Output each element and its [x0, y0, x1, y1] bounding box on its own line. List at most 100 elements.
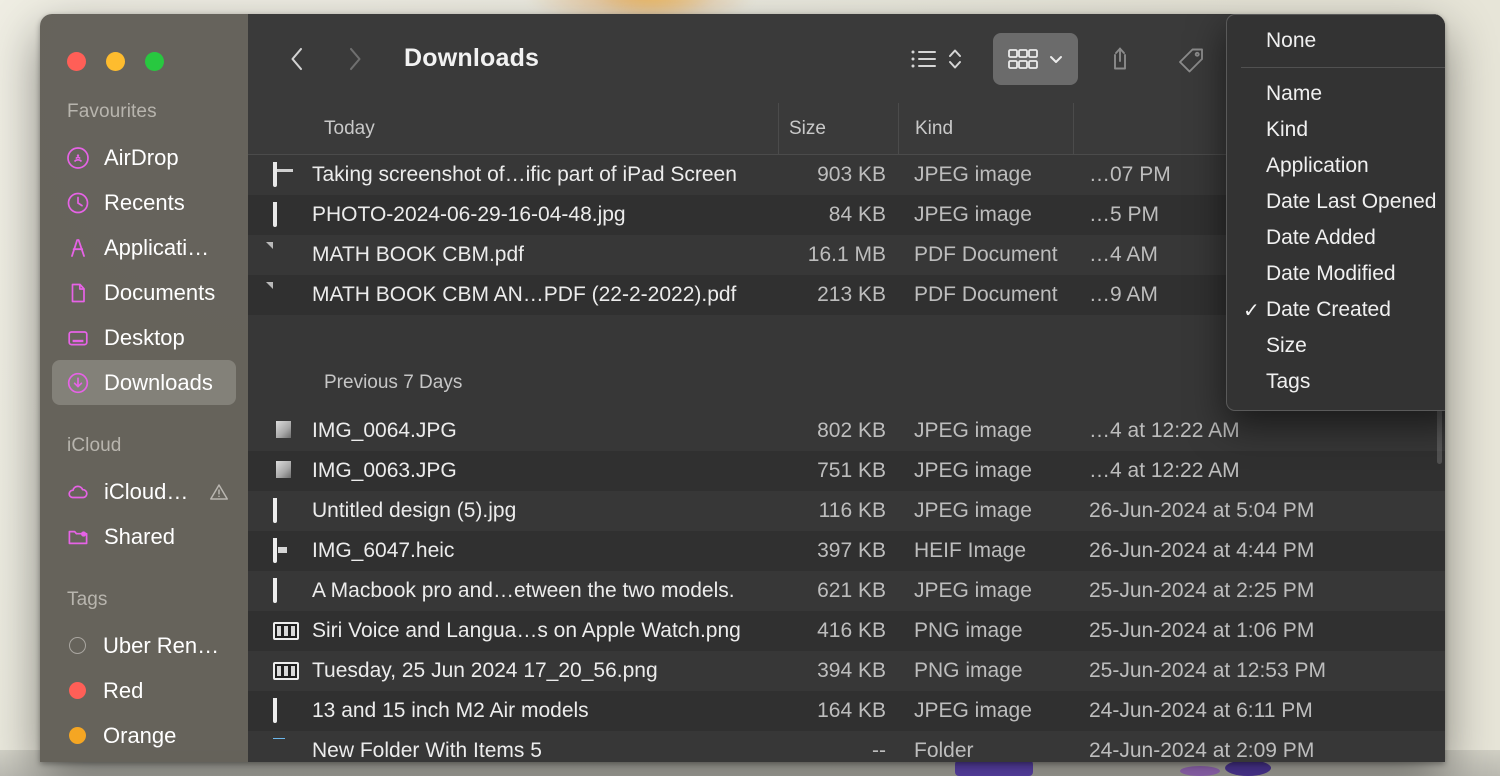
minimize-button[interactable]: [106, 52, 125, 71]
column-header-kind[interactable]: Kind: [898, 103, 1073, 154]
column-header-name[interactable]: Today: [248, 118, 778, 140]
back-button[interactable]: [278, 37, 316, 81]
file-size: 16.1 MB: [778, 243, 898, 267]
menu-item-application[interactable]: Application: [1227, 148, 1445, 184]
menu-item-date-added[interactable]: Date Added: [1227, 220, 1445, 256]
menu-item-size[interactable]: Size: [1227, 328, 1445, 364]
file-name: New Folder With Items 5: [312, 739, 542, 762]
dock-item[interactable]: [1225, 760, 1271, 776]
tag-dot-orange-icon: [69, 727, 86, 744]
file-kind: PDF Document: [898, 243, 1073, 267]
sidebar: Favourites AirDrop: [40, 14, 248, 762]
file-name-cell: PHOTO-2024-06-29-16-04-48.jpg: [248, 202, 778, 228]
table-row[interactable]: Siri Voice and Langua…s on Apple Watch.p…: [248, 611, 1445, 651]
airdrop-icon: [65, 145, 91, 171]
menu-separator: [1241, 67, 1445, 68]
file-date: 25-Jun-2024 at 2:25 PM: [1073, 579, 1445, 603]
file-name: IMG_6047.heic: [312, 539, 454, 563]
group-items-button[interactable]: [993, 33, 1078, 85]
file-name-cell: IMG_6047.heic: [248, 538, 778, 564]
file-name: IMG_0064.JPG: [312, 419, 457, 443]
file-name-cell: New Folder With Items 5: [248, 738, 778, 762]
dock-item[interactable]: [1180, 766, 1220, 776]
column-header-size[interactable]: Size: [778, 103, 898, 154]
sidebar-item-downloads[interactable]: Downloads: [52, 360, 236, 405]
file-name: IMG_0063.JPG: [312, 459, 457, 483]
menu-item-kind[interactable]: Kind: [1227, 112, 1445, 148]
file-kind: PNG image: [898, 659, 1073, 683]
menu-item-tags[interactable]: Tags: [1227, 364, 1445, 400]
sidebar-item-airdrop[interactable]: AirDrop: [52, 135, 236, 180]
warning-icon: [208, 481, 230, 503]
maximize-button[interactable]: [145, 52, 164, 71]
close-button[interactable]: [67, 52, 86, 71]
sidebar-section-favourites: AirDrop Recents: [40, 135, 248, 405]
sidebar-item-shared[interactable]: Shared: [52, 514, 236, 559]
photo-icon: [273, 202, 299, 228]
table-row[interactable]: A Macbook pro and…etween the two models.…: [248, 571, 1445, 611]
file-kind: JPEG image: [898, 699, 1073, 723]
file-name-cell: MATH BOOK CBM.pdf: [248, 242, 778, 268]
table-row[interactable]: 13 and 15 inch M2 Air models 164 KB JPEG…: [248, 691, 1445, 731]
file-name-cell: A Macbook pro and…etween the two models.: [248, 578, 778, 604]
menu-item-name[interactable]: Name: [1227, 76, 1445, 112]
sidebar-section-tags-title: Tags: [40, 589, 248, 611]
finder-window: Favourites AirDrop: [40, 14, 1445, 762]
sidebar-section-icloud-title: iCloud: [40, 435, 248, 457]
menu-item-label: Size: [1266, 334, 1307, 358]
sidebar-item-recents[interactable]: Recents: [52, 180, 236, 225]
sidebar-item-tag-orange[interactable]: Orange: [52, 713, 236, 758]
table-row[interactable]: IMG_0064.JPG 802 KB JPEG image …4 at 12:…: [248, 411, 1445, 451]
tags-button[interactable]: [1162, 33, 1220, 85]
file-size: 213 KB: [778, 283, 898, 307]
file-name: MATH BOOK CBM.pdf: [312, 243, 524, 267]
table-row[interactable]: Tuesday, 25 Jun 2024 17_20_56.png 394 KB…: [248, 651, 1445, 691]
menu-item-date-created[interactable]: ✓ Date Created: [1227, 292, 1445, 328]
group-by-dropdown-menu[interactable]: None Name Kind Application Date Last Ope…: [1226, 14, 1445, 411]
table-row[interactable]: Untitled design (5).jpg 116 KB JPEG imag…: [248, 491, 1445, 531]
sidebar-item-desktop[interactable]: Desktop: [52, 315, 236, 360]
tag-dot-red-icon: [69, 682, 86, 699]
sidebar-item-label: Applicati…: [104, 235, 209, 261]
menu-item-date-last-opened[interactable]: Date Last Opened: [1227, 184, 1445, 220]
file-name: PHOTO-2024-06-29-16-04-48.jpg: [312, 203, 626, 227]
main-pane: Downloads: [248, 14, 1445, 762]
table-row[interactable]: New Folder With Items 5 -- Folder 24-Jun…: [248, 731, 1445, 762]
menu-item-label: None: [1266, 29, 1316, 53]
sidebar-item-tag-red[interactable]: Red: [52, 668, 236, 713]
table-row[interactable]: IMG_6047.heic 397 KB HEIF Image 26-Jun-2…: [248, 531, 1445, 571]
blue-pic-icon: [273, 578, 299, 604]
file-size: 397 KB: [778, 539, 898, 563]
file-name-cell: IMG_0064.JPG: [248, 418, 778, 444]
menu-item-date-modified[interactable]: Date Modified: [1227, 256, 1445, 292]
sidebar-item-tag-uber[interactable]: Uber Ren…: [52, 623, 236, 668]
checkmark-icon: ✓: [1243, 298, 1260, 323]
file-date: 24-Jun-2024 at 6:11 PM: [1073, 699, 1445, 723]
file-name-cell: 13 and 15 inch M2 Air models: [248, 698, 778, 724]
sidebar-item-label: AirDrop: [104, 145, 179, 171]
chevron-down-icon: [1047, 50, 1065, 68]
pdf-icon: [273, 242, 299, 268]
sidebar-item-label: Downloads: [104, 370, 213, 396]
share-button[interactable]: [1094, 33, 1146, 85]
file-kind: JPEG image: [898, 419, 1073, 443]
pdf-icon: [273, 282, 299, 308]
file-size: 621 KB: [778, 579, 898, 603]
view-as-list-button[interactable]: [896, 33, 977, 85]
folder-icon: [273, 738, 299, 762]
file-name-cell: MATH BOOK CBM AN…PDF (22-2-2022).pdf: [248, 282, 778, 308]
forward-button[interactable]: [336, 37, 374, 81]
table-row[interactable]: IMG_0063.JPG 751 KB JPEG image …4 at 12:…: [248, 451, 1445, 491]
file-name-cell: Siri Voice and Langua…s on Apple Watch.p…: [248, 618, 778, 644]
sidebar-item-documents[interactable]: Documents: [52, 270, 236, 315]
sidebar-item-applications[interactable]: Applicati…: [52, 225, 236, 270]
sidebar-item-icloud-drive[interactable]: iCloud…: [52, 469, 236, 514]
menu-item-none[interactable]: None: [1227, 23, 1445, 59]
sidebar-item-tag-yellow[interactable]: Yellow: [52, 758, 236, 762]
sidebar-item-label: Orange: [103, 723, 176, 749]
file-kind: PNG image: [898, 619, 1073, 643]
file-size: --: [778, 739, 898, 762]
file-date: 26-Jun-2024 at 5:04 PM: [1073, 499, 1445, 523]
cloud-icon: [65, 479, 91, 505]
file-kind: PDF Document: [898, 283, 1073, 307]
